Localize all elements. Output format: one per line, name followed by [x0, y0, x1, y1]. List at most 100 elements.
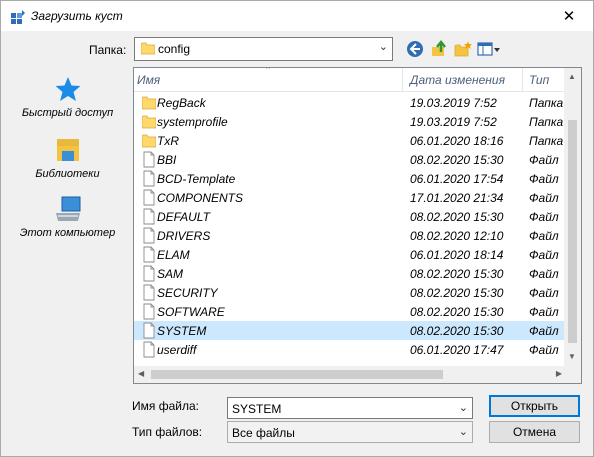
file-type: Папка — [529, 96, 564, 110]
file-name: systemprofile — [157, 115, 228, 129]
file-row[interactable]: COMPONENTS 17.01.2020 21:34 Файл — [134, 188, 566, 207]
file-icon — [143, 303, 155, 320]
file-type: Файл — [529, 267, 559, 281]
file-date: 08.02.2020 15:30 — [410, 305, 504, 319]
file-row[interactable]: SYSTEM 08.02.2020 15:30 Файл — [134, 321, 566, 340]
scroll-thumb[interactable] — [151, 370, 443, 379]
place-quick-access[interactable]: Быстрый доступ — [7, 75, 128, 131]
file-name: BBI — [157, 153, 177, 167]
folder-select[interactable]: config ⌄ — [134, 37, 393, 61]
file-type: Файл — [529, 153, 559, 167]
chevron-down-icon[interactable]: ⌄ — [459, 401, 468, 414]
up-folder-icon[interactable] — [429, 39, 449, 59]
column-date[interactable]: Дата изменения — [410, 73, 505, 87]
view-menu-icon[interactable] — [477, 39, 501, 59]
sort-ascending-icon: ⌃ — [264, 67, 272, 75]
file-row[interactable]: DEFAULT 08.02.2020 15:30 Файл — [134, 207, 566, 226]
file-date: 08.02.2020 15:30 — [410, 267, 504, 281]
scroll-right-icon[interactable]: ▶ — [556, 369, 562, 378]
file-icon — [143, 189, 155, 206]
scroll-left-icon[interactable]: ◀ — [138, 369, 144, 378]
scroll-corner — [564, 366, 581, 383]
folder-value: config — [158, 42, 191, 56]
place-this-pc[interactable]: Этот компьютер — [7, 195, 128, 251]
file-row[interactable]: RegBack 19.03.2019 7:52 Папка — [134, 93, 566, 112]
filename-combo[interactable]: SYSTEM ⌄ — [227, 397, 473, 419]
chevron-down-icon: ⌄ — [458, 426, 468, 438]
scroll-down-icon[interactable]: ▼ — [568, 352, 576, 361]
column-type[interactable]: Тип — [529, 73, 549, 87]
file-icon — [143, 227, 155, 244]
file-icon — [143, 341, 155, 358]
file-row[interactable]: BCD-Template 06.01.2020 17:54 Файл — [134, 169, 566, 188]
column-divider[interactable] — [402, 68, 403, 92]
registry-icon — [11, 10, 25, 24]
file-type: Файл — [529, 324, 559, 338]
file-row[interactable]: SAM 08.02.2020 15:30 Файл — [134, 264, 566, 283]
file-name: BCD-Template — [157, 172, 236, 186]
file-list[interactable]: ⌃ Имя Дата изменения Тип RegBack 19.03.20… — [133, 67, 582, 384]
file-row[interactable]: SOFTWARE 08.02.2020 15:30 Файл — [134, 302, 566, 321]
file-type: Папка — [529, 115, 564, 129]
column-name[interactable]: Имя — [137, 73, 160, 87]
file-date: 06.01.2020 17:47 — [410, 343, 504, 357]
file-name: RegBack — [157, 96, 206, 110]
place-libraries[interactable]: Библиотеки — [7, 136, 128, 192]
column-divider[interactable] — [522, 68, 523, 92]
file-icon — [143, 170, 155, 187]
file-date: 08.02.2020 15:30 — [410, 210, 504, 224]
vertical-scrollbar[interactable]: ▲ ▼ — [564, 68, 581, 367]
file-icon — [143, 284, 155, 301]
file-type: Файл — [529, 286, 559, 300]
horizontal-scrollbar[interactable]: ◀ ▶ — [134, 366, 566, 383]
file-icon — [143, 208, 155, 225]
cancel-button[interactable]: Отмена — [489, 421, 580, 443]
file-type: Файл — [529, 305, 559, 319]
file-name: SOFTWARE — [157, 305, 225, 319]
open-button[interactable]: Открыть — [489, 395, 580, 417]
file-type: Файл — [529, 191, 559, 205]
back-icon[interactable] — [405, 39, 425, 59]
file-name: ELAM — [157, 248, 190, 262]
scroll-up-icon[interactable]: ▲ — [568, 72, 576, 81]
file-name: COMPONENTS — [157, 191, 244, 205]
filetype-label: Тип файлов: — [132, 425, 203, 439]
file-type: Папка — [529, 134, 564, 148]
folder-icon — [141, 42, 155, 55]
computer-icon — [55, 196, 80, 221]
filetype-select[interactable]: Все файлы ⌄ — [227, 421, 473, 443]
file-date: 08.02.2020 12:10 — [410, 229, 504, 243]
file-date: 19.03.2019 7:52 — [410, 96, 497, 110]
file-row[interactable]: SECURITY 08.02.2020 15:30 Файл — [134, 283, 566, 302]
title-bar[interactable]: Загрузить куст ✕ — [1, 1, 593, 31]
file-row[interactable]: userdiff 06.01.2020 17:47 Файл — [134, 340, 566, 359]
file-icon — [143, 265, 155, 282]
file-date: 08.02.2020 15:30 — [410, 286, 504, 300]
file-row[interactable]: BBI 08.02.2020 15:30 Файл — [134, 150, 566, 169]
window-title: Загрузить куст — [31, 9, 123, 23]
file-row[interactable]: TxR 06.01.2020 18:16 Папка — [134, 131, 566, 150]
libraries-icon — [56, 139, 79, 161]
file-type: Файл — [529, 229, 559, 243]
file-type: Файл — [529, 210, 559, 224]
folder-icon — [142, 96, 156, 110]
folder-icon — [142, 134, 156, 148]
file-row[interactable]: systemprofile 19.03.2019 7:52 Папка — [134, 112, 566, 131]
scroll-thumb[interactable] — [568, 120, 577, 343]
file-type: Файл — [529, 172, 559, 186]
new-folder-icon[interactable] — [453, 39, 473, 59]
close-button[interactable]: ✕ — [559, 9, 579, 25]
folder-label: Папка: — [89, 43, 127, 57]
star-icon — [55, 77, 80, 101]
file-type: Файл — [529, 343, 559, 357]
file-date: 06.01.2020 18:14 — [410, 248, 504, 262]
chevron-down-icon: ⌄ — [378, 41, 388, 53]
file-row[interactable]: DRIVERS 08.02.2020 12:10 Файл — [134, 226, 566, 245]
place-label: Этот компьютер — [19, 227, 116, 239]
file-name: SYSTEM — [157, 324, 207, 338]
file-icon — [143, 246, 155, 263]
file-row[interactable]: ELAM 06.01.2020 18:14 Файл — [134, 245, 566, 264]
filename-label: Имя файла: — [132, 399, 199, 413]
place-label: Быстрый доступ — [21, 107, 114, 119]
file-date: 08.02.2020 15:30 — [410, 324, 504, 338]
